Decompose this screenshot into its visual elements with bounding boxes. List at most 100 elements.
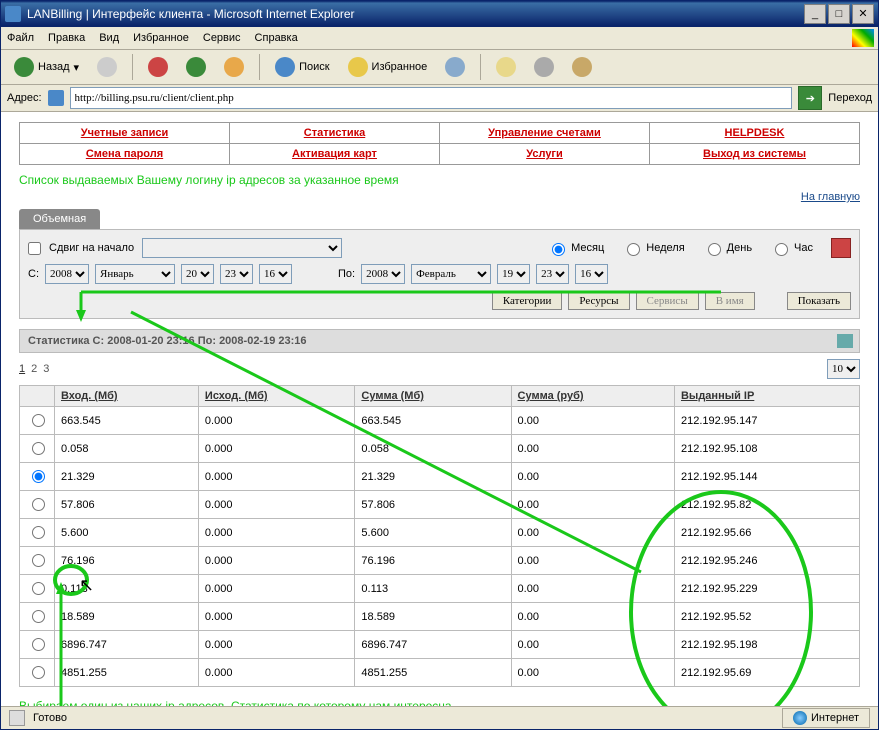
to-month[interactable]: Февраль xyxy=(411,264,491,284)
col-sum[interactable]: Сумма (Мб) xyxy=(355,386,511,407)
stop-button[interactable] xyxy=(141,53,175,81)
home-button[interactable] xyxy=(217,53,251,81)
zone-label: Интернет xyxy=(811,712,859,724)
print-icon[interactable] xyxy=(837,334,853,348)
cell-out: 0.000 xyxy=(198,603,354,631)
refresh-icon xyxy=(186,57,206,77)
nav-accounts[interactable]: Учетные записи xyxy=(81,127,169,139)
nav-logout[interactable]: Выход из системы xyxy=(703,148,806,160)
go-button[interactable]: ➔ xyxy=(798,86,822,110)
col-out[interactable]: Исход. (Мб) xyxy=(198,386,354,407)
cell-sum: 76.196 xyxy=(355,547,511,575)
to-hour[interactable]: 23 xyxy=(536,264,569,284)
cell-in: 21.329 xyxy=(55,463,199,491)
nav-account-mgmt[interactable]: Управление счетами xyxy=(488,127,601,139)
row-radio[interactable] xyxy=(32,442,45,455)
menu-service[interactable]: Сервис xyxy=(203,32,241,44)
cell-rub: 0.00 xyxy=(511,575,674,603)
period-hour[interactable] xyxy=(775,243,788,256)
cell-in: 76.196 xyxy=(55,547,199,575)
categories-button[interactable]: Категории xyxy=(492,292,563,310)
stat-header-text: Статистика С: 2008-01-20 23:16 По: 2008-… xyxy=(28,335,307,347)
row-radio[interactable] xyxy=(32,526,45,539)
nav-services[interactable]: Услуги xyxy=(526,148,563,160)
from-day[interactable]: 20 xyxy=(181,264,214,284)
resources-button[interactable]: Ресурсы xyxy=(568,292,629,310)
perpage-select[interactable]: 10 xyxy=(827,359,860,379)
go-label[interactable]: Переход xyxy=(828,92,872,104)
back-button[interactable]: Назад ▾ xyxy=(7,53,86,81)
star-icon xyxy=(348,57,368,77)
content-area: Учетные записи Статистика Управление сче… xyxy=(1,112,878,706)
cell-ip: 212.192.95.198 xyxy=(674,631,859,659)
row-radio[interactable] xyxy=(32,470,45,483)
shift-select[interactable] xyxy=(142,238,342,258)
favorites-button[interactable]: Избранное xyxy=(341,53,435,81)
filter-panel: Сдвиг на начало Месяц Неделя День Час С:… xyxy=(19,229,860,319)
from-min[interactable]: 16 xyxy=(259,264,292,284)
maximize-button[interactable]: □ xyxy=(828,4,850,24)
to-year[interactable]: 2008 xyxy=(361,264,405,284)
menu-help[interactable]: Справка xyxy=(255,32,298,44)
byname-button[interactable]: В имя xyxy=(705,292,755,310)
nav-statistics[interactable]: Статистика xyxy=(304,127,366,139)
url-input[interactable] xyxy=(70,87,793,109)
to-day[interactable]: 19 xyxy=(497,264,530,284)
print-button[interactable] xyxy=(527,53,561,81)
row-radio[interactable] xyxy=(32,582,45,595)
page-3[interactable]: 3 xyxy=(43,363,49,375)
mail-button[interactable] xyxy=(489,53,523,81)
history-button[interactable] xyxy=(438,53,472,81)
address-label: Адрес: xyxy=(7,92,42,104)
page-1[interactable]: 1 xyxy=(19,363,25,375)
to-min[interactable]: 16 xyxy=(575,264,608,284)
row-radio[interactable] xyxy=(32,498,45,511)
period-month[interactable] xyxy=(552,243,565,256)
menu-file[interactable]: Файл xyxy=(7,32,34,44)
to-main-link[interactable]: На главную xyxy=(801,191,860,203)
address-bar: Адрес: ➔ Переход xyxy=(1,85,878,112)
from-year[interactable]: 2008 xyxy=(45,264,89,284)
menu-view[interactable]: Вид xyxy=(99,32,119,44)
cell-ip: 212.192.95.147 xyxy=(674,407,859,435)
cell-rub: 0.00 xyxy=(511,547,674,575)
tab-volume[interactable]: Объемная xyxy=(19,209,100,229)
period-day[interactable] xyxy=(708,243,721,256)
col-in[interactable]: Вход. (Мб) xyxy=(55,386,199,407)
cell-rub: 0.00 xyxy=(511,491,674,519)
app-window: LANBilling | Интерфейс клиента - Microso… xyxy=(0,0,879,730)
menu-edit[interactable]: Правка xyxy=(48,32,85,44)
nav-menu: Учетные записи Статистика Управление сче… xyxy=(19,122,860,165)
nav-activate-cards[interactable]: Активация карт xyxy=(292,148,377,160)
row-radio[interactable] xyxy=(32,638,45,651)
period-week[interactable] xyxy=(627,243,640,256)
show-button[interactable]: Показать xyxy=(787,292,851,310)
from-label: С: xyxy=(28,268,39,280)
row-radio[interactable] xyxy=(32,666,45,679)
tab-row: Объемная xyxy=(19,209,860,229)
search-button[interactable]: Поиск xyxy=(268,53,336,81)
table-row: 663.5450.000663.5450.00212.192.95.147 xyxy=(20,407,860,435)
edit-button[interactable] xyxy=(565,53,599,81)
services-button[interactable]: Сервисы xyxy=(636,292,699,310)
menu-favorites[interactable]: Избранное xyxy=(133,32,189,44)
nav-helpdesk[interactable]: HELPDESK xyxy=(725,127,785,139)
close-button[interactable]: ✕ xyxy=(852,4,874,24)
from-hour[interactable]: 23 xyxy=(220,264,253,284)
minimize-button[interactable]: _ xyxy=(804,4,826,24)
forward-button[interactable] xyxy=(90,53,124,81)
page-2[interactable]: 2 xyxy=(31,363,37,375)
from-month[interactable]: Январь xyxy=(95,264,175,284)
col-rub[interactable]: Сумма (руб) xyxy=(511,386,674,407)
cell-in: 4851.255 xyxy=(55,659,199,687)
row-radio[interactable] xyxy=(32,554,45,567)
row-radio[interactable] xyxy=(32,414,45,427)
cell-sum: 0.058 xyxy=(355,435,511,463)
nav-change-password[interactable]: Смена пароля xyxy=(86,148,163,160)
row-radio[interactable] xyxy=(32,610,45,623)
refresh-button[interactable] xyxy=(179,53,213,81)
shift-checkbox[interactable] xyxy=(28,242,41,255)
calendar-icon[interactable] xyxy=(831,238,851,258)
col-ip[interactable]: Выданный IP xyxy=(674,386,859,407)
cell-sum: 663.545 xyxy=(355,407,511,435)
